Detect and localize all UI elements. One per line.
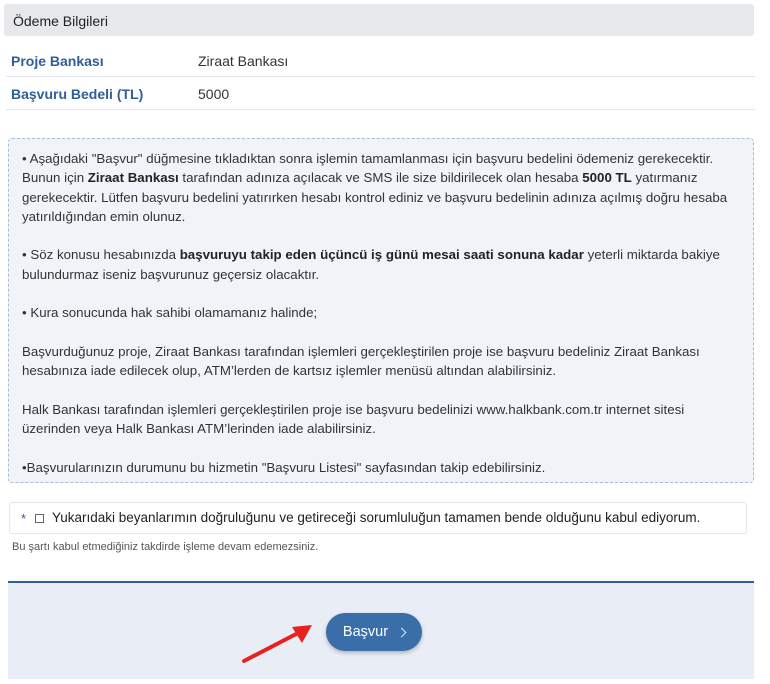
consent-box: * Yukarıdaki beyanlarımın doğruluğunu ve… (9, 502, 747, 534)
required-mark: * (21, 511, 27, 526)
notice-paragraph-status: •Başvurularınızın durumunu bu hizmetin "… (22, 459, 546, 475)
notice-paragraph-lottery: • Kura sonucunda hak sahibi olamamanız h… (22, 305, 318, 321)
notice-paragraph-halkbank-refund: Halk Bankası tarafından işlemleri gerçek… (22, 401, 685, 437)
action-footer: Başvur (8, 583, 754, 679)
chevron-right-icon (396, 627, 407, 637)
apply-button[interactable]: Başvur (326, 613, 422, 651)
notice-box: • Aşağıdaki "Başvur" düğmesine tıkladıkt… (8, 138, 754, 483)
notice-bold-amount: 5000 TL (582, 170, 632, 186)
application-fee-value: 5000 (198, 86, 230, 102)
consent-hint: Bu şartı kabul etmediğiniz takdirde işle… (12, 541, 319, 553)
red-arrow-icon (242, 625, 312, 663)
application-fee-label: Başvuru Bedeli (TL) (11, 86, 144, 102)
info-row-project-bank: Proje Bankası Ziraat Bankası (6, 45, 755, 77)
notice-text: tarafından adınıza açılacak ve SMS ile s… (178, 170, 583, 186)
section-header-payment-info: Ödeme Bilgileri (4, 4, 754, 36)
section-title: Ödeme Bilgileri (13, 13, 108, 29)
notice-paragraph-deadline: • Söz konusu hesabınızda başvuruyu takip… (22, 245, 741, 284)
project-bank-value: Ziraat Bankası (198, 53, 289, 69)
notice-bold-bank: Ziraat Bankası (87, 170, 179, 186)
info-row-application-fee: Başvuru Bedeli (TL) 5000 (6, 78, 755, 110)
notice-text: • Söz konusu hesabınızda (22, 247, 180, 263)
consent-checkbox[interactable] (35, 514, 44, 523)
project-bank-label: Proje Bankası (11, 53, 104, 69)
notice-paragraph-ziraat-refund: Başvurduğunuz proje, Ziraat Bankası tara… (22, 343, 700, 379)
consent-label[interactable]: Yukarıdaki beyanlarımın doğruluğunu ve g… (52, 510, 700, 525)
notice-bold-deadline: başvuruyu takip eden üçüncü iş günü mesa… (179, 247, 584, 263)
apply-button-label: Başvur (342, 624, 389, 640)
notice-paragraph-payment: • Aşağıdaki "Başvur" düğmesine tıkladıkt… (22, 149, 741, 226)
